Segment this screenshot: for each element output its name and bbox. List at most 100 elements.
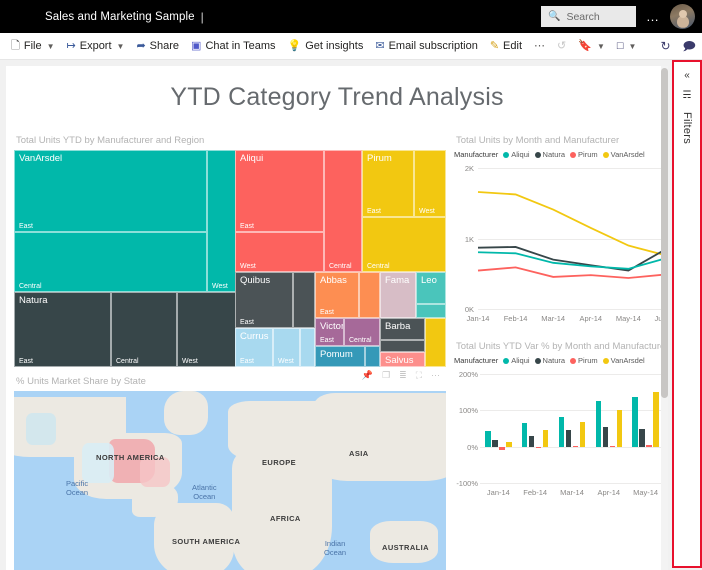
map-label-pacific-ocean: Pacific Ocean — [66, 479, 89, 497]
export-menu-button[interactable]: ↦ Export ▼ — [61, 35, 131, 58]
bar-chart-visual[interactable]: Total Units YTD Var % by Month and Manuf… — [454, 341, 668, 501]
treemap-node[interactable]: Central — [362, 217, 446, 272]
treemap-node[interactable] — [359, 272, 380, 318]
treemap-node[interactable] — [365, 346, 380, 367]
treemap-node[interactable] — [425, 318, 446, 367]
legend-item-pirum[interactable]: Pirum — [570, 356, 598, 365]
bar-vanarsdel[interactable] — [542, 429, 549, 447]
treemap-node[interactable]: Pirum East — [362, 150, 414, 217]
title-separator: | — [200, 9, 204, 24]
bar-natura[interactable] — [528, 435, 535, 447]
treemap-node[interactable]: West — [235, 232, 324, 272]
treemap-node[interactable]: VanArsdel East — [14, 150, 207, 232]
overflow-menu-button[interactable]: ⋯ — [528, 35, 551, 58]
map-plot[interactable]: NORTH AMERICA EUROPE ASIA AFRICA SOUTH A… — [14, 391, 446, 570]
bar-vanarsdel[interactable] — [653, 392, 659, 447]
bar-natura[interactable] — [602, 427, 609, 447]
report-vertical-scrollbar[interactable] — [661, 66, 668, 570]
treemap-node[interactable]: Pomum — [315, 346, 365, 367]
filter-icon[interactable]: ☴ — [683, 90, 692, 101]
get-insights-button[interactable]: 💡 Get insights — [282, 35, 370, 58]
filters-pane[interactable]: « ☴ Filters — [672, 60, 702, 568]
treemap-node[interactable]: Fama — [380, 272, 416, 318]
treemap-node[interactable]: Natura East — [14, 292, 111, 367]
treemap-node[interactable]: Victoria East — [315, 318, 344, 346]
report-canvas: YTD Category Trend Analysis Total Units … — [0, 60, 702, 570]
topbar-more-icon[interactable]: … — [644, 10, 662, 23]
treemap-node-region-label: Central — [367, 263, 390, 270]
line-chart-plot[interactable]: 0K1K2KJan-14Feb-14Mar-14Apr-14May-14Jun-… — [454, 162, 668, 327]
scrollbar-thumb[interactable] — [661, 68, 668, 398]
share-button[interactable]: ➦ Share — [130, 35, 185, 58]
treemap-node[interactable]: Leo — [416, 272, 446, 304]
bar-natura[interactable] — [492, 440, 498, 447]
email-subscription-button[interactable]: ✉ Email subscription — [369, 35, 483, 58]
treemap-node[interactable]: Central — [344, 318, 380, 346]
bar-chart-plot[interactable]: -100% 0% 100% 200% Jan-14 Feb-14 Mar-14 Apr-14 M… — [454, 368, 668, 501]
bar-pirum[interactable] — [499, 446, 505, 450]
refresh-button[interactable]: ↻ — [654, 35, 676, 58]
treemap-node[interactable]: Central — [324, 150, 362, 272]
treemap-node[interactable]: Abbas East — [315, 272, 359, 318]
bar-natura[interactable] — [639, 428, 645, 447]
legend-item-natura[interactable]: Natura — [534, 356, 565, 365]
collapse-chevron-icon[interactable]: « — [684, 70, 690, 81]
bar-aliqui[interactable] — [595, 400, 602, 447]
treemap-node[interactable]: Central — [111, 292, 177, 367]
treemap-node[interactable]: West — [273, 328, 300, 367]
treemap-node[interactable]: West — [414, 150, 446, 217]
treemap-node[interactable]: Currus East — [235, 328, 273, 367]
file-menu-button[interactable]: 🗋 File ▼ — [5, 35, 61, 58]
treemap-node[interactable]: Aliqui East — [235, 150, 324, 232]
bar-aliqui[interactable] — [521, 423, 528, 447]
treemap-node[interactable]: Central — [14, 232, 207, 292]
landmass-asia — [314, 393, 446, 481]
bar-pirum[interactable] — [535, 446, 542, 449]
treemap-visual[interactable]: Total Units YTD by Manufacturer and Regi… — [14, 135, 446, 381]
map-visual[interactable]: % Units Market Share by State NORTH AMER… — [14, 376, 446, 570]
treemap-node-manufacturer-label: Natura — [19, 295, 48, 306]
treemap-node[interactable] — [380, 340, 425, 352]
view-menu-button[interactable]: □ ▼ — [611, 35, 643, 58]
avatar[interactable] — [670, 4, 695, 29]
bar-natura[interactable] — [565, 429, 572, 447]
legend-item-aliqui[interactable]: Aliqui — [503, 150, 530, 159]
comments-button[interactable]: 🗩 — [677, 35, 702, 58]
bar-pirum[interactable] — [609, 445, 616, 448]
line-chart-visual[interactable]: Total Units by Month and Manufacturer Ma… — [454, 135, 668, 327]
bar-aliqui[interactable] — [632, 397, 638, 447]
treemap-node[interactable]: Barba — [380, 318, 425, 340]
x-axis-tick-label: Mar-14 — [560, 488, 584, 497]
bar-pirum[interactable] — [646, 445, 652, 447]
bar-aliqui[interactable] — [558, 416, 565, 447]
treemap-node-region-label: East — [240, 319, 255, 326]
refresh-icon: ↻ — [660, 39, 671, 53]
treemap-node[interactable] — [300, 328, 315, 367]
treemap-node[interactable]: Salvus — [380, 352, 425, 367]
treemap-node[interactable]: Quibus East — [235, 272, 293, 328]
treemap-node[interactable] — [293, 272, 315, 328]
treemap-node[interactable] — [416, 304, 446, 318]
bookmark-menu-button[interactable]: 🔖 ▼ — [572, 35, 611, 58]
treemap-plot[interactable]: VanArsdel East Central West Natura East Centra… — [14, 150, 446, 367]
legend-item-aliqui[interactable]: Aliqui — [503, 356, 530, 365]
bar-aliqui[interactable] — [485, 431, 491, 447]
x-axis-tick-label: Apr-14 — [579, 314, 603, 323]
line-series-pirum[interactable] — [477, 266, 667, 279]
legend-item-natura[interactable]: Natura — [534, 150, 565, 159]
legend-item-pirum[interactable]: Pirum — [570, 150, 598, 159]
bar-vanarsdel[interactable] — [506, 441, 512, 447]
search-input[interactable]: 🔍 Search — [541, 6, 636, 27]
chat-in-teams-button[interactable]: ▣ Chat in Teams — [185, 35, 282, 58]
reset-button[interactable]: ↺ — [551, 35, 572, 58]
legend-item-vanarsdel[interactable]: VanArsdel — [602, 356, 645, 365]
treemap-node-region-label: West — [278, 358, 294, 365]
bar-vanarsdel[interactable] — [616, 410, 623, 447]
line-series-aliqui[interactable] — [477, 251, 667, 270]
right-visual-column: Total Units by Month and Manufacturer Ma… — [454, 135, 668, 501]
bar-pirum[interactable] — [572, 445, 579, 448]
bar-vanarsdel[interactable] — [579, 422, 586, 447]
legend-item-vanarsdel[interactable]: VanArsdel — [602, 150, 645, 159]
line-series-vanarsdel[interactable] — [477, 191, 667, 257]
edit-button[interactable]: ✎ Edit — [484, 35, 528, 58]
